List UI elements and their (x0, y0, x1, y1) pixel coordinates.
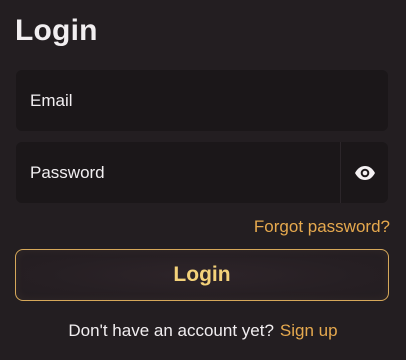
page-title: Login (15, 14, 98, 47)
signup-row: Don't have an account yet? Sign up (0, 321, 406, 341)
show-password-toggle[interactable] (341, 142, 388, 203)
email-field[interactable] (16, 70, 388, 131)
forgot-password-link[interactable]: Forgot password? (254, 217, 390, 237)
login-page: Login Forgot password? Login Don't have … (0, 0, 406, 360)
password-field[interactable] (16, 142, 340, 203)
email-field-container (16, 70, 388, 131)
signup-prompt: Don't have an account yet? (68, 321, 274, 340)
login-button[interactable]: Login (15, 249, 389, 301)
signup-link[interactable]: Sign up (280, 321, 338, 340)
password-field-container (16, 142, 388, 203)
eye-icon (354, 165, 375, 180)
